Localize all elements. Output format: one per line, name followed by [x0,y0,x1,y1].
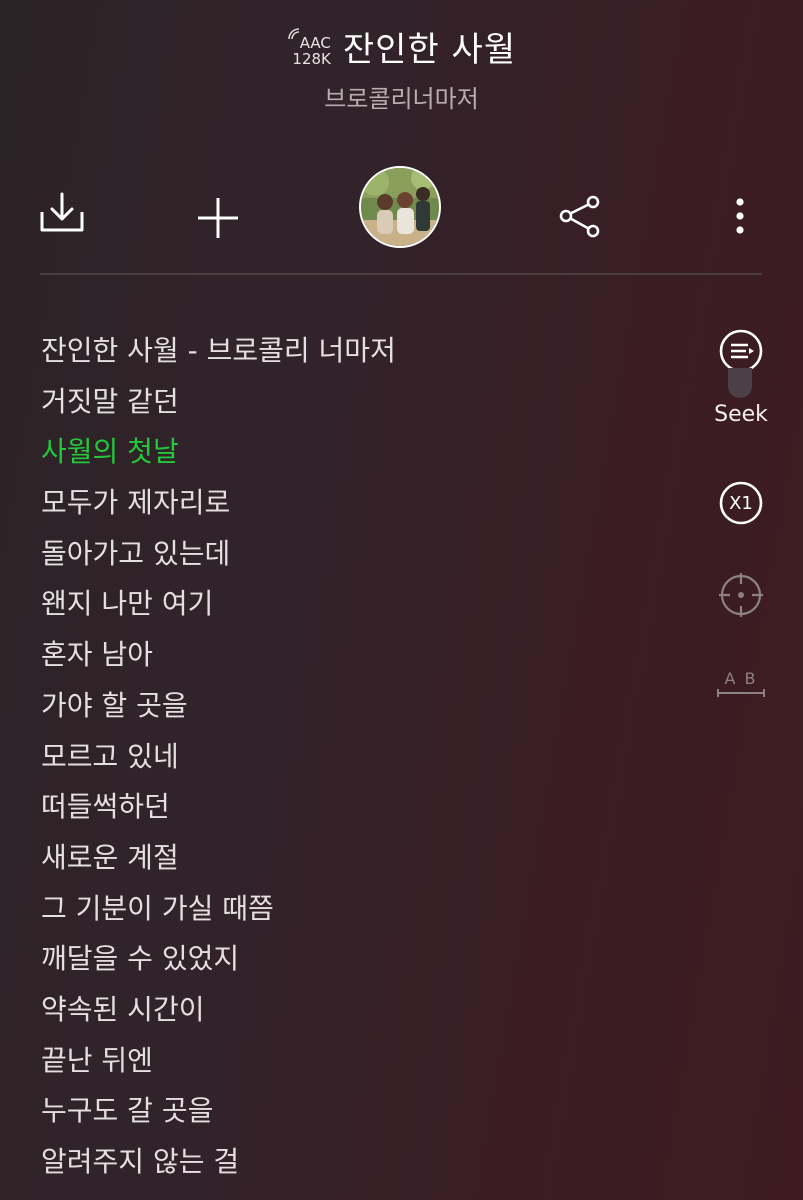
codec-bitrate: 128K [292,49,331,68]
crosshair-icon [719,573,763,617]
lyric-line[interactable]: 모르고 있네 [41,732,681,783]
lyric-line[interactable]: 혼자 남아 [41,630,681,681]
seek-label[interactable]: Seek [700,402,782,427]
download-icon [40,192,84,232]
lyric-line[interactable]: 새로운 계절 [41,833,681,884]
lyric-line[interactable]: 알려주지 않는 걸 [41,1137,681,1188]
lyric-line[interactable]: 왠지 나만 여기 [41,579,681,630]
ab-repeat-label: A B [724,669,758,688]
action-toolbar [0,165,803,255]
more-options-button[interactable] [722,190,758,242]
lyric-line[interactable]: 깨달을 수 있었지 [41,934,681,985]
lyric-line[interactable]: 누구도 갈 곳을 [41,1086,681,1137]
more-vertical-icon [736,198,744,234]
codec-badge: AAC 128K [287,25,331,69]
lyric-line[interactable]: 거짓말 같던 [41,377,681,428]
lyric-line[interactable]: 떠들썩하던 [41,782,681,833]
codec-format: AAC [299,33,331,52]
lyric-line[interactable]: 그 기분이 가실 때쯤 [41,884,681,935]
lyric-line[interactable]: 가야 할 곳을 [41,681,681,732]
lyric-line[interactable]: 잔인한 사월 - 브로콜리 너마저 [41,326,681,377]
plus-icon [198,198,238,238]
ab-repeat-button[interactable]: A B [714,664,768,704]
locate-current-button[interactable] [716,570,766,620]
ab-range-icon [717,689,765,697]
lyric-line[interactable]: 모두가 제자리로 [41,478,681,529]
share-button[interactable] [556,190,604,242]
lyric-line[interactable]: 끝난 뒤엔 [41,1036,681,1087]
player-header: AAC 128K 잔인한 사월 브로콜리너마저 [0,22,803,122]
toolbar-divider [40,273,762,275]
add-to-playlist-button[interactable] [192,192,244,244]
playback-speed-button[interactable]: X1 [716,478,766,528]
artist-name[interactable]: 브로콜리너마저 [0,79,803,114]
title-row: AAC 128K 잔인한 사월 [0,22,803,71]
seek-handle[interactable] [728,368,752,398]
lyric-line[interactable]: 약속된 시간이 [41,985,681,1036]
speed-label: X1 [729,492,753,514]
album-art-image [361,168,439,246]
share-icon [559,195,600,238]
album-art[interactable] [359,166,441,248]
lyric-line-current[interactable]: 사월의 첫날 [41,427,681,478]
song-title: 잔인한 사월 [342,30,517,70]
lyric-line[interactable]: 돌아가고 있는데 [41,529,681,580]
download-button[interactable] [36,187,88,239]
lyrics-list[interactable]: 잔인한 사월 - 브로콜리 너마저 거짓말 같던 사월의 첫날 모두가 제자리로… [41,326,681,1200]
